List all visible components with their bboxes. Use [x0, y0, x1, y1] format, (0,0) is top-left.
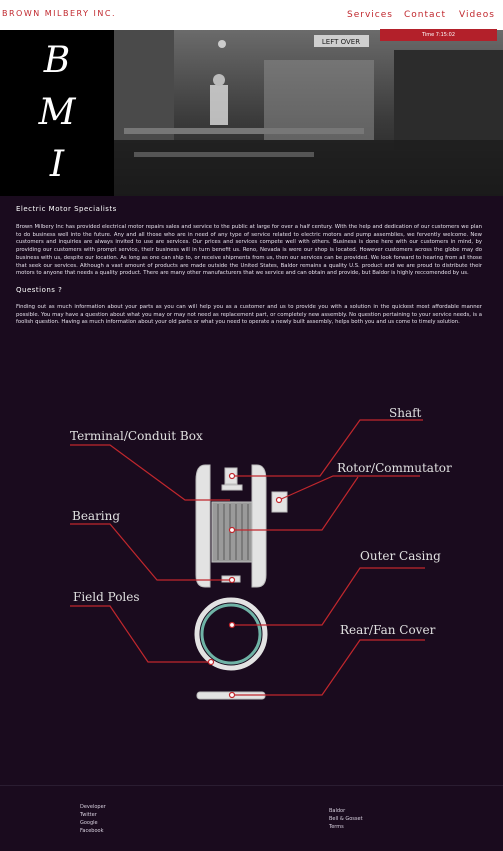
- footer-link-facebook[interactable]: Facebook: [80, 828, 104, 834]
- monogram-letter-m: M: [38, 92, 76, 133]
- label-terminal: Terminal/Conduit Box: [70, 429, 203, 443]
- label-field-poles: Field Poles: [73, 590, 140, 604]
- label-outer-casing: Outer Casing: [360, 549, 441, 563]
- heading-specialists: Electric Motor Specialists: [16, 205, 117, 213]
- workshop-photo: LEFT OVER: [114, 30, 503, 196]
- footer-link-bell-gosset[interactable]: Bell & Gosset: [329, 816, 363, 822]
- nav-videos[interactable]: Videos: [459, 10, 495, 20]
- main-content: Electric Motor Specialists Brown Milbery…: [16, 205, 482, 327]
- questions-paragraph: Finding out as much information about yo…: [16, 303, 482, 326]
- site-header: BROWN MILBERY INC. Services Contact Vide…: [0, 0, 503, 30]
- label-rotor: Rotor/Commutator: [337, 461, 452, 475]
- heading-questions: Questions ?: [16, 285, 63, 294]
- motor-parts-diagram: Shaft Terminal/Conduit Box Rotor/Commuta…: [70, 406, 452, 700]
- casing-right-wall: [251, 464, 267, 588]
- leader-rotor: [278, 475, 420, 501]
- label-rear-fan-cover: Rear/Fan Cover: [340, 623, 436, 637]
- footer-link-terms[interactable]: Terms: [329, 824, 344, 830]
- site-footer: Developer Twitter Google Facebook Baldor…: [0, 785, 503, 851]
- casing-left-wall: [195, 464, 211, 588]
- photo-sign-text: LEFT OVER: [322, 38, 360, 46]
- monogram-letter-b: B: [43, 40, 71, 81]
- footer-link-developer[interactable]: Developer: [80, 804, 106, 810]
- time-badge: Time 7:15:02: [380, 29, 497, 41]
- field-poles-ring: [200, 603, 262, 665]
- footer-link-baldor[interactable]: Baldor: [329, 808, 345, 814]
- label-shaft: Shaft: [389, 406, 422, 420]
- nav-services[interactable]: Services: [347, 10, 393, 20]
- footer-link-twitter[interactable]: Twitter: [80, 812, 97, 818]
- monogram-letter-i: I: [49, 144, 65, 185]
- outer-casing-ring: [194, 597, 268, 671]
- leader-field-poles: [70, 605, 211, 663]
- front-bearing-plate: [221, 484, 243, 491]
- label-bearing: Bearing: [72, 509, 120, 523]
- nav-contact[interactable]: Contact: [404, 10, 446, 20]
- monogram-panel: B M I: [0, 30, 114, 196]
- footer-link-google[interactable]: Google: [80, 820, 98, 826]
- brand-logo[interactable]: BROWN MILBERY INC.: [2, 9, 116, 18]
- intro-paragraph: Brown Milbery Inc has provided electrica…: [16, 224, 482, 277]
